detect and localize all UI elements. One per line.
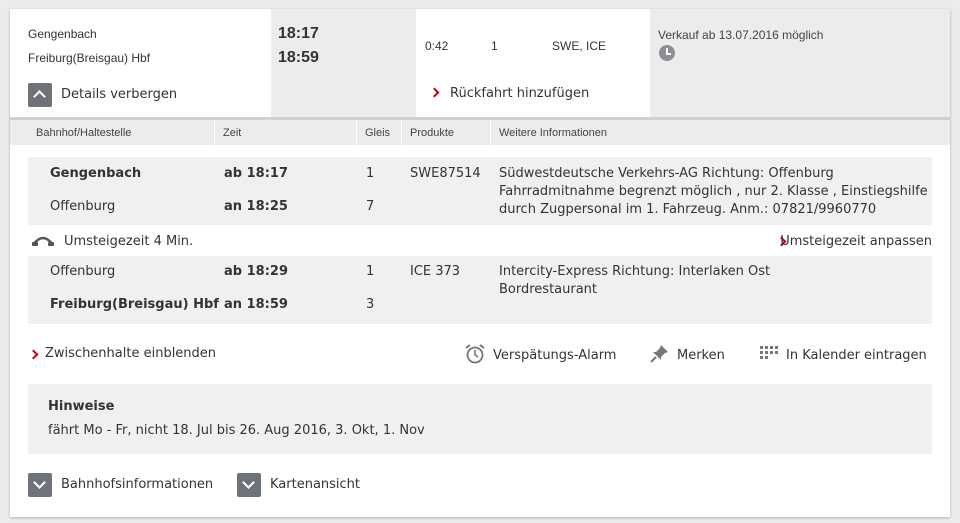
chevron-down-icon (33, 476, 46, 489)
leg-info-line: Fahrradmitnahme begrenzt möglich , nur 2… (499, 184, 928, 199)
header-time: Zeit (223, 127, 242, 139)
details-toggle-button[interactable] (28, 83, 52, 107)
station-info-label[interactable]: Bahnhofsinformationen (61, 477, 213, 492)
map-view-toggle-button[interactable] (237, 473, 261, 497)
leg-arrival-time: an 18:25 (224, 199, 288, 214)
summary-info: 0:42 1 SWE, ICE Rückfahrt hinzufügen (416, 9, 650, 117)
summary-stations: Gengenbach Freiburg(Breisgau) Hbf Detail… (10, 9, 271, 117)
connection-details-card: Gengenbach Freiburg(Breisgau) Hbf Detail… (10, 9, 950, 517)
summary-sale: Verkauf ab 13.07.2016 möglich (650, 9, 950, 117)
add-return-trip-link[interactable]: Rückfahrt hinzufügen (450, 86, 589, 101)
leg-arrival-platform: 3 (366, 297, 375, 312)
transfer-icon (32, 236, 54, 246)
arrival-station: Freiburg(Breisgau) Hbf (28, 51, 151, 65)
leg-info-line: Intercity-Express Richtung: Interlaken O… (499, 264, 771, 279)
leg-departure-station: Offenburg (50, 264, 116, 279)
details-toggle-label[interactable]: Details verbergen (61, 87, 177, 102)
adjust-transfer-link[interactable]: Umsteigezeit anpassen (780, 234, 932, 249)
trip-duration: 0:42 (425, 39, 449, 53)
notes-panel: Hinweise fährt Mo - Fr, nicht 18. Jul bi… (28, 384, 932, 454)
calendar-icon[interactable] (758, 343, 780, 365)
leg-departure-platform: 1 (366, 264, 375, 279)
notes-title: Hinweise (48, 399, 115, 414)
bottom-row: Bahnhofsinformationen Kartenansicht (28, 472, 932, 502)
header-divider (214, 120, 215, 145)
departure-station: Gengenbach (28, 27, 97, 41)
bookmark-button[interactable]: Merken (677, 348, 725, 363)
header-platform: Gleis (365, 127, 391, 139)
connection-summary: Gengenbach Freiburg(Breisgau) Hbf Detail… (10, 9, 950, 117)
clock-icon (659, 45, 675, 61)
leg-arrival-platform: 7 (366, 199, 375, 214)
transfer-time-label: Umsteigezeit 4 Min. (64, 234, 194, 249)
table-header: Bahnhof/Haltestelle Zeit Gleis Produkte … (10, 117, 950, 145)
leg-info-line: durch Zugpersonal im 1. Fahrzeug. Anm.: … (499, 202, 877, 217)
header-divider (401, 120, 402, 145)
leg-product: SWE87514 (410, 166, 481, 181)
leg-departure-platform: 1 (366, 166, 375, 181)
leg-departure-time: ab 18:17 (224, 166, 288, 181)
leg-info-line: Südwestdeutsche Verkehrs-AG Richtung: Of… (499, 166, 834, 181)
chevron-up-icon (33, 90, 46, 103)
chevron-right-icon (429, 87, 440, 98)
pin-icon[interactable] (648, 343, 670, 365)
station-info-toggle-button[interactable] (28, 473, 52, 497)
sale-notice: Verkauf ab 13.07.2016 möglich (658, 28, 824, 42)
summary-products: SWE, ICE (552, 39, 607, 53)
leg-departure-time: ab 18:29 (224, 264, 288, 279)
leg-arrival-time: an 18:59 (224, 297, 288, 312)
leg-arrival-station: Freiburg(Breisgau) Hbf (50, 297, 219, 312)
summary-times: 18:17 18:59 (271, 9, 416, 117)
map-view-label[interactable]: Kartenansicht (270, 477, 360, 492)
departure-time: 18:17 (278, 25, 319, 42)
show-intermediate-stops-link[interactable]: Zwischenhalte einblenden (45, 346, 216, 361)
leg-departure-station: Gengenbach (50, 166, 142, 181)
notes-text: fährt Mo - Fr, nicht 18. Jul bis 26. Aug… (48, 423, 425, 438)
change-count: 1 (491, 39, 498, 53)
transfer-row: Umsteigezeit 4 Min. Umsteigezeit anpasse… (28, 231, 932, 253)
chevron-down-icon (242, 476, 255, 489)
header-station: Bahnhof/Haltestelle (36, 127, 132, 139)
journey-leg: Gengenbach ab 18:17 1 SWE87514 Offenburg… (28, 157, 932, 225)
actions-row: Zwischenhalte einblenden Verspätungs-Ala… (28, 343, 932, 369)
add-to-calendar-button[interactable]: In Kalender eintragen (786, 348, 927, 363)
header-info: Weitere Informationen (499, 127, 608, 139)
header-divider (356, 120, 357, 145)
leg-arrival-station: Offenburg (50, 199, 116, 214)
arrival-time: 18:59 (278, 49, 319, 66)
delay-alarm-button[interactable]: Verspätungs-Alarm (493, 348, 616, 363)
chevron-right-icon (28, 349, 39, 360)
journey-leg: Offenburg ab 18:29 1 ICE 373 Freiburg(Br… (28, 256, 932, 324)
leg-product: ICE 373 (410, 264, 461, 279)
header-products: Produkte (410, 127, 455, 139)
alarm-clock-icon[interactable] (464, 343, 486, 365)
header-divider (490, 120, 491, 145)
leg-info-line: Bordrestaurant (499, 282, 598, 297)
